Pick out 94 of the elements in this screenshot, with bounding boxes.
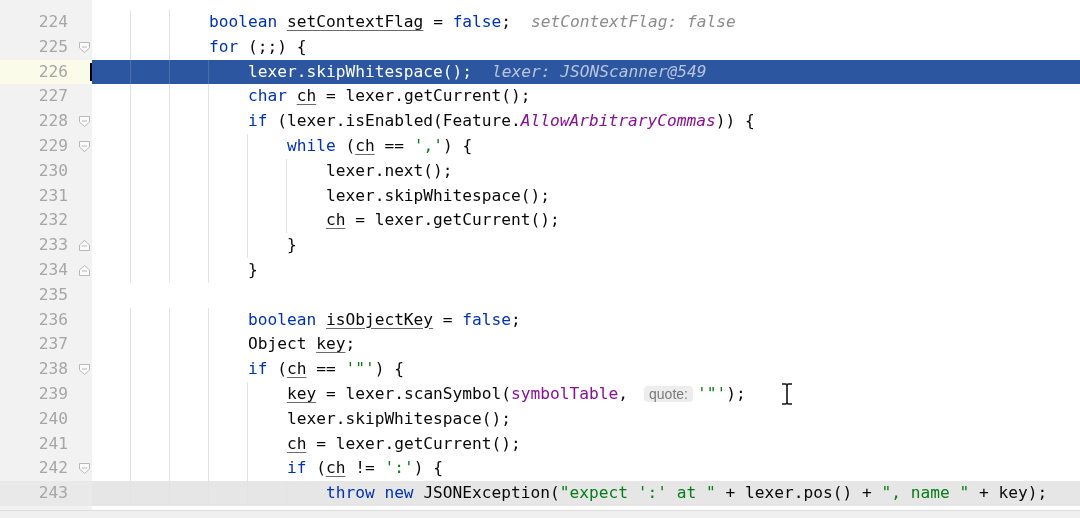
fold-icon[interactable] [79, 116, 90, 128]
code-token: throw new [325, 483, 414, 503]
code-token: '"' [697, 383, 727, 403]
code-token: "expect ':' at " [559, 483, 716, 503]
code-token: key [286, 383, 317, 403]
line-number: 235 [38, 283, 68, 306]
code-token: , [618, 383, 629, 403]
code-token: setContextFlag [286, 12, 424, 31]
code-token: ; [511, 309, 521, 329]
line-number: 233 [38, 234, 68, 257]
code-token: key [316, 334, 346, 354]
line-number: 239 [38, 382, 68, 405]
line-number: 234 [38, 258, 68, 281]
inline-value-hint: lexer: JSONScanner@549 [492, 61, 707, 81]
line-number: 240 [38, 407, 68, 430]
unfold-icon[interactable] [79, 264, 90, 276]
code-token: isObjectKey [325, 309, 434, 329]
line-number: 238 [38, 358, 68, 381]
code-token: } [286, 235, 297, 255]
line-number: 231 [38, 184, 68, 207]
code-token: ':' [384, 458, 414, 478]
code-token: boolean [247, 309, 318, 329]
code-token: ( [316, 458, 326, 478]
code-token: if [247, 111, 268, 131]
code-token: symbolTable [511, 383, 619, 403]
code-token: false [452, 12, 502, 31]
code-token: = [433, 12, 444, 31]
line-number: 226 [38, 60, 68, 83]
line-number: 243 [38, 482, 68, 505]
code-token: ch [325, 458, 346, 478]
code-token: (lexer.isEnabled(Feature. [277, 111, 521, 131]
code-token: ) { [442, 136, 473, 155]
code-token: for [208, 36, 239, 56]
code-token: ch [296, 86, 317, 106]
code-token: lexer.next(); [325, 160, 453, 180]
fold-icon[interactable] [79, 364, 90, 376]
line-number: 237 [38, 333, 68, 356]
code-token: lexer.skipWhitespace(); [325, 185, 551, 205]
code-token: ", name " [881, 483, 970, 503]
code-token: + key); [978, 483, 1048, 503]
text-cursor-icon [781, 383, 793, 405]
code-token: )) { [715, 111, 755, 131]
code-token: ) { [374, 359, 404, 379]
code-token: = lexer.getCurrent(); [355, 210, 560, 230]
code-token: while [286, 136, 336, 155]
code-token: = [442, 309, 454, 329]
text-caret [90, 62, 92, 81]
line-number: 224 [38, 11, 68, 33]
code-token: boolean [208, 12, 279, 31]
code-token: == [316, 359, 337, 379]
line-number: 227 [38, 85, 68, 108]
code-token: char [247, 86, 288, 106]
fold-icon[interactable] [79, 141, 90, 152]
code-token: ',' [413, 136, 443, 155]
code-token: = lexer.scanSymbol( [325, 383, 512, 403]
code-token: JSONException( [423, 483, 560, 503]
code-token: false [462, 309, 512, 329]
code-token: != [355, 458, 376, 478]
code-token: if [286, 458, 307, 478]
code-token: (;;) { [247, 36, 307, 56]
code-token: ch [286, 433, 307, 453]
code-token: ; [345, 334, 356, 354]
code-token: ) { [413, 458, 443, 478]
code-token: = lexer.getCurrent(); [325, 86, 531, 106]
fold-icon[interactable] [79, 41, 90, 53]
code-token: ch [286, 359, 307, 379]
code-token: Object [247, 334, 308, 354]
line-number: 232 [38, 209, 68, 232]
code-token: == [384, 136, 405, 155]
line-number: 241 [38, 432, 68, 455]
line-number: 236 [38, 308, 68, 331]
parameter-hint: quote: [644, 385, 693, 402]
fold-icon[interactable] [79, 463, 90, 475]
code-token: ch [325, 210, 346, 230]
code-token: ch [355, 136, 375, 155]
code-token: AllowArbitraryCommas [520, 111, 716, 131]
code-token: lexer.skipWhitespace(); [247, 61, 473, 81]
code-token: ; [501, 12, 512, 31]
code-token: if [247, 359, 268, 379]
inline-value-hint: setContextFlag: false [531, 12, 736, 31]
code-token: + lexer.pos() + [725, 483, 873, 503]
code-token: ( [345, 136, 356, 155]
code-token: } [247, 259, 258, 279]
code-token: '"' [345, 359, 375, 379]
line-number: 228 [38, 110, 68, 133]
line-number: 242 [38, 457, 68, 480]
line-number: 225 [38, 35, 68, 58]
unfold-icon[interactable] [79, 240, 90, 252]
line-number: 229 [38, 135, 68, 157]
code-token: ( [277, 359, 287, 379]
line-number: 230 [38, 159, 68, 182]
code-token: = lexer.getCurrent(); [316, 433, 521, 453]
code-token: ); [726, 383, 746, 403]
code-token: lexer.skipWhitespace(); [286, 408, 512, 428]
